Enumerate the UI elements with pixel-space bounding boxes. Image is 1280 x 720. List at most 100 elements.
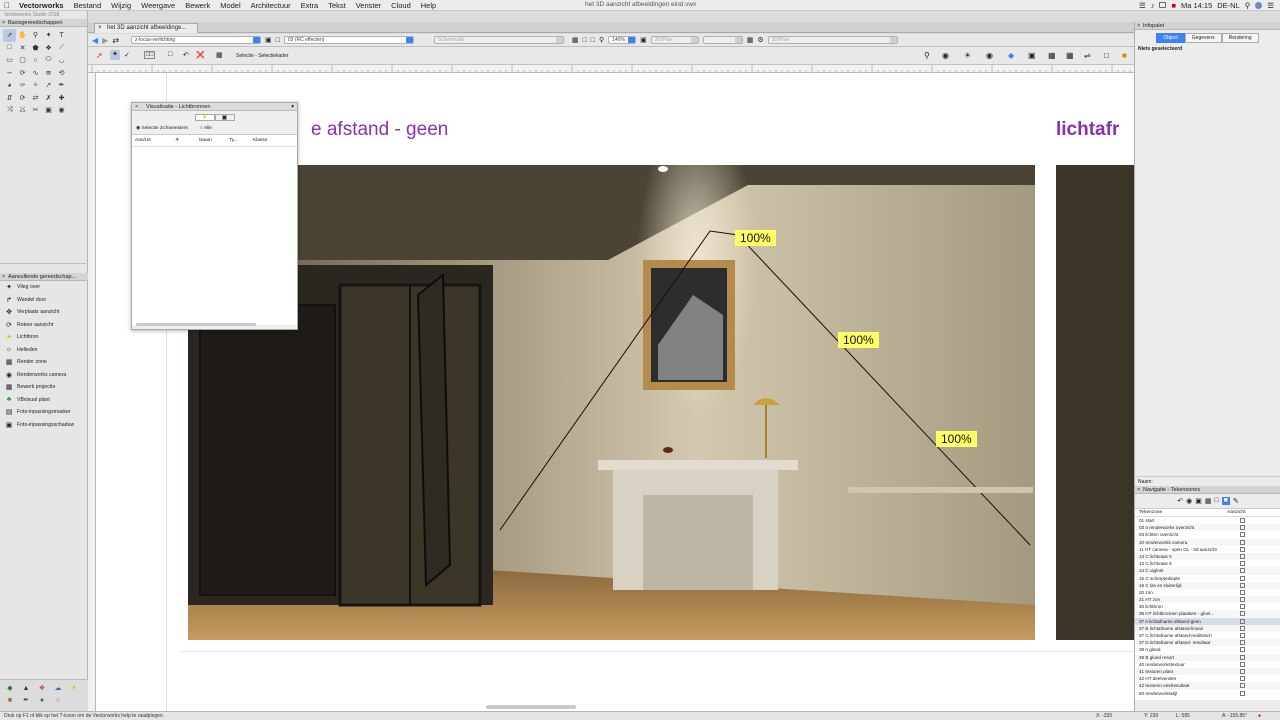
view-toggle-icon[interactable] [1240,575,1245,581]
vertical-ruler[interactable] [88,73,96,713]
toolset-site-icon[interactable]: ❖ [34,682,50,694]
layer-plane-select-2[interactable]: 3D/Plan [767,36,898,44]
menu-model[interactable]: Model [215,1,245,10]
rounded-rect-icon[interactable]: ▢ [16,54,29,67]
menu-wijzig[interactable]: Wijzig [106,1,136,10]
menu-weergave[interactable]: Weergave [136,1,180,10]
nav-sheet-row[interactable]: 21 HT zon [1135,596,1280,604]
toolset-detail-icon[interactable]: ✒ [18,694,34,706]
view-toggle-icon[interactable] [1240,640,1245,646]
menu-help[interactable]: Help [416,1,441,10]
nav-sheet-row[interactable]: 40 renderworkstextuur [1135,661,1280,668]
view-toggle-icon[interactable] [1240,525,1245,531]
reshape-icon[interactable]: ❖ [42,42,55,55]
view-toggle-icon[interactable] [1240,618,1245,624]
visibility-icon[interactable]: □ [276,37,280,44]
pan-tool-icon[interactable]: ✋ [16,29,29,42]
lights-table-body[interactable] [132,147,297,325]
nav-sheet-row[interactable]: 13 C lichtvaas 0 [1135,552,1280,561]
nav-layers-icon[interactable]: ▣ [1195,497,1202,505]
clock[interactable]: Ma 14:15 [1181,1,1212,10]
wand-icon[interactable]: ✧ [29,79,42,92]
clip-cube-icon[interactable]: ▣ [1028,51,1036,60]
circle-tool-icon[interactable]: ○ [29,54,42,67]
tool-render-zone[interactable]: ▦ Render zone [0,356,88,369]
view-toggle-icon[interactable] [1240,625,1245,631]
view-toggle-icon[interactable] [1240,647,1245,653]
nav-sheets-icon[interactable]: ▦ [1205,497,1212,505]
view-toggle-icon[interactable] [1240,539,1245,545]
tool-photo-mask[interactable]: ▤ Foto-inpassingsmasker [0,406,88,419]
volume-icon[interactable]: ♪ [1151,1,1155,10]
flyover-icon[interactable]: ⇄ [112,36,119,45]
nav-symbols-icon[interactable]: ✎ [1233,497,1239,505]
camera-options-icon[interactable]: ◉ [986,51,993,60]
zoom-icon[interactable]: ⚲ [599,36,604,44]
pointer-icon[interactable]: ➚ [42,79,55,92]
tool-heliodon[interactable]: ☼ Helleden [0,344,88,357]
col-view[interactable]: Aanzicht [1227,510,1245,515]
view-toggle-icon[interactable] [1240,676,1245,682]
col-type[interactable]: Ty... [229,138,253,143]
tool-photo-shadow[interactable]: ▣ Foto-inpassingsschaduw [0,419,88,432]
toolset-landscape-icon[interactable]: ☁ [50,682,66,694]
menu-app[interactable]: Vectorworks [14,1,69,10]
toolset-dims-icon[interactable]: ◆ [2,682,18,694]
tool-rotate-view[interactable]: ⟳ Roteer aanzicht [0,319,88,332]
delete-icon[interactable]: ✕ [16,42,29,55]
perspective-icon[interactable]: ◆ [1008,51,1014,60]
fit-icon[interactable]: □ [591,37,595,44]
fillet-icon[interactable]: ⤨ [3,104,16,117]
nav-sheet-row[interactable]: 37 B lichtafname afstand-lineair [1135,624,1280,632]
snap-lock-icon[interactable]: ■ [1122,51,1127,60]
constrain-icon[interactable]: ✓ [124,51,130,59]
hand-icon[interactable]: ⚲ [924,51,930,60]
offset-icon[interactable]: ⇄ [29,92,42,105]
nav-sheet-row[interactable]: 20 zon [1135,589,1280,596]
single-object-icon[interactable]: ❌ [196,51,205,59]
elevation-field[interactable] [702,36,743,44]
zoom-select[interactable]: 140% [608,36,637,44]
unified-view-icon[interactable]: ▣ [640,36,647,44]
view-toggle-icon[interactable] [1240,668,1245,674]
nav-sheet-row[interactable]: 42 HT deelvenster [1135,675,1280,682]
tool-walkthrough[interactable]: ↱ Wandel door [0,294,88,307]
eyedropper-icon[interactable]: ✑ [16,79,29,92]
oval-tool-icon[interactable]: ⬭ [42,54,55,67]
nav-classes-icon[interactable]: ◉ [1186,497,1192,505]
grid-icon[interactable]: ▦ [572,36,579,44]
tool-fly-over[interactable]: ✦ Vlieg over [0,281,88,294]
rotate-icon[interactable]: ⟳ [16,92,29,105]
settings-icon[interactable]: ⚙ [757,36,763,44]
nav-sheet-row[interactable]: 01 start [1135,517,1280,524]
layer-plane-select[interactable]: 3D/Plan [650,36,699,44]
layer-icon[interactable]: ▣ [265,36,272,44]
view-toggle-icon[interactable] [1240,611,1245,617]
freehand-icon[interactable]: ∽ [3,67,16,80]
nav-sheet-row[interactable]: 37 C lichtafname afstand-realistisch [1135,632,1280,639]
nav-sheet-row[interactable]: 15 C scherptediepte [1135,575,1280,582]
align-icon[interactable]: ⇌ [1084,51,1091,60]
tab-render[interactable]: Rendering [1221,33,1259,43]
view-toggle-icon[interactable] [1240,683,1245,689]
forward-icon[interactable]: ▶ [102,36,108,45]
toolset-vw-icon[interactable]: ● [34,694,50,706]
polygon-select-icon[interactable]: ↶ [183,51,189,59]
view-toggle-icon[interactable] [1240,518,1245,523]
lasso-icon[interactable]: □ [168,51,172,58]
menu-bestand[interactable]: Bestand [69,1,107,10]
col-sheet[interactable]: Tekenzone [1139,510,1227,515]
grid-icon[interactable]: ▦ [1048,51,1056,60]
view-toggle-icon[interactable] [1240,690,1245,696]
close-icon[interactable]: × [1137,486,1140,494]
nav-sheet-row[interactable]: 38 A gloed [1135,646,1280,653]
text-tool-icon[interactable]: T [55,29,68,42]
toolset-render-icon[interactable]: ☀ [66,682,82,694]
col-name[interactable]: Naam [199,138,229,143]
tool-edit-projection[interactable]: ▦ Bewerk projectie [0,381,88,394]
view-toggle-icon[interactable] [1240,661,1245,667]
connect-icon[interactable]: ✚ [55,92,68,105]
attribute-mapping-icon[interactable]: ▣ [42,104,55,117]
toolset-misc-icon[interactable]: ○ [50,694,66,706]
rectangle-select-icon[interactable]: □ [3,42,16,55]
